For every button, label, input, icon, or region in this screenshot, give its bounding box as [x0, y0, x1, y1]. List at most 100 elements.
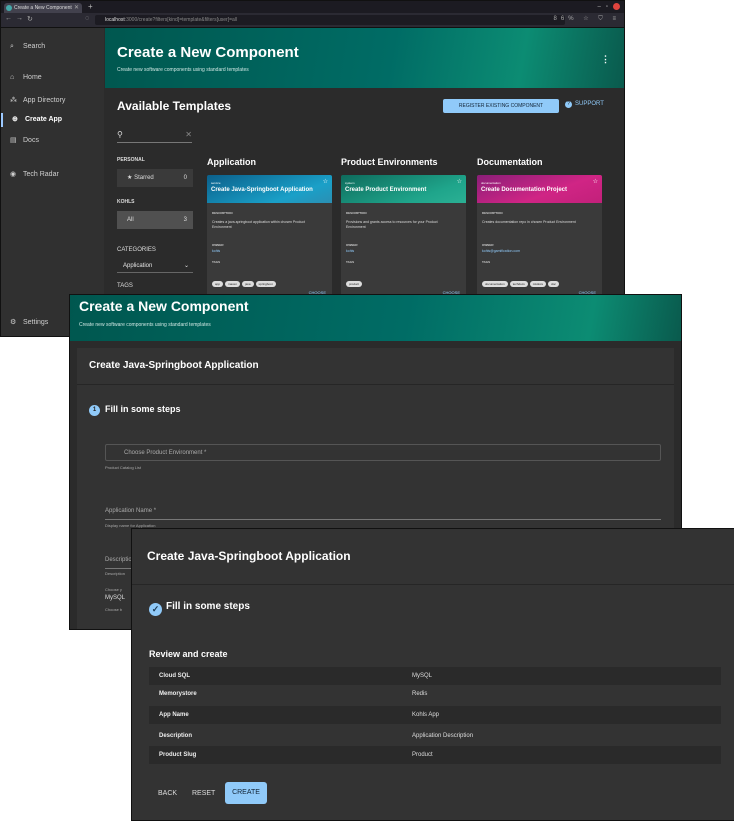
sidebar-item-label: Tech Radar	[23, 171, 59, 178]
sidebar-item-tech-radar[interactable]: ◉ Tech Radar	[1, 168, 104, 182]
bookmark-star-icon[interactable]: ☆	[583, 16, 592, 22]
description-label: DESCRIPTION	[212, 211, 233, 215]
card-owner[interactable]: kohls	[346, 249, 354, 253]
card-description: Creates a java-springboot application wi…	[212, 220, 305, 229]
sidebar-item-search[interactable]: ⌕ Search	[1, 40, 104, 54]
review-key: Description	[159, 733, 193, 739]
sidebar-item-label: App Directory	[23, 97, 66, 104]
tag-chip: maven	[225, 281, 241, 287]
star-outline-icon[interactable]: ☆	[593, 178, 598, 185]
url-path: :3000/create?filters[kind]=template&filt…	[124, 17, 238, 23]
close-window-icon[interactable]	[613, 3, 620, 10]
page-header: Create a New Component Create new softwa…	[70, 295, 681, 341]
radar-icon: ◉	[10, 171, 17, 178]
tag-chip: techdocs	[509, 281, 528, 287]
zoom-badge[interactable]: 86%	[554, 16, 578, 22]
card-type: system	[345, 181, 355, 185]
step-label[interactable]: Fill in some steps	[105, 404, 181, 414]
description-helper: Description	[105, 571, 126, 576]
back-button[interactable]: BACK	[158, 784, 177, 804]
page-header: Create a New Component Create new softwa…	[105, 28, 624, 88]
sidebar-item-app-directory[interactable]: ⁂ App Directory	[1, 94, 104, 108]
card-title: Create Java-Springboot Application	[211, 187, 313, 193]
review-value: Product	[412, 752, 433, 758]
create-button[interactable]: CREATE	[225, 782, 267, 804]
review-row: Cloud SQL MySQL	[149, 667, 721, 685]
category-value: Application	[123, 263, 153, 269]
browser-tab[interactable]: Create a New Component ✕	[4, 3, 82, 13]
card-owner[interactable]: kohls	[212, 249, 220, 253]
new-tab-icon[interactable]: +	[88, 1, 93, 13]
tags-label: TAGS	[346, 260, 355, 264]
review-row: Memorystore Redis	[149, 685, 721, 703]
support-label: SUPPORT	[575, 101, 604, 107]
page-title: Create a New Component	[79, 298, 249, 314]
support-button[interactable]: ? SUPPORT	[565, 101, 604, 108]
choose-helper: Choose y	[105, 587, 122, 592]
column-heading-product-environments: Product Environments	[341, 157, 438, 167]
review-value: Kohls App	[412, 712, 440, 718]
review-heading: Review and create	[149, 649, 228, 659]
docs-icon: ▤	[10, 137, 17, 144]
add-circle-icon: ⊕	[12, 116, 18, 123]
star-outline-icon[interactable]: ☆	[323, 178, 328, 185]
star-outline-icon[interactable]: ☆	[457, 178, 462, 185]
application-name-field[interactable]: Application Name *	[105, 503, 661, 520]
review-value: Application Description	[412, 733, 474, 739]
review-key: Cloud SQL	[159, 673, 190, 679]
extensions-icon[interactable]: ⛉	[598, 16, 607, 22]
category-select[interactable]: Application ⌄	[117, 259, 193, 273]
tag-chip: java	[242, 281, 254, 287]
form-title: Create Java-Springboot Application	[89, 360, 259, 371]
card-type: service	[211, 181, 221, 185]
tab-bar: Create a New Component ✕ + –▫	[1, 1, 624, 13]
sidebar: ⌕ Search ⌂ Home ⁂ App Directory ⊕ Create App…	[1, 28, 104, 336]
reload-icon[interactable]: ↻	[27, 15, 33, 23]
maximize-icon[interactable]: ▫	[606, 4, 613, 10]
tab-title: Create a New Component	[14, 5, 72, 11]
org-label: KOHLS	[117, 199, 135, 205]
sidebar-item-home[interactable]: ⌂ Home	[1, 71, 104, 85]
search-icon: ⌕	[10, 43, 14, 50]
page-info-icon[interactable]: ◌	[85, 15, 89, 22]
owner-label: OWNER	[346, 243, 358, 247]
search-icon: ⚲	[117, 130, 123, 139]
more-options-icon[interactable]: ⋮	[601, 54, 610, 65]
personal-label: PERSONAL	[117, 157, 145, 163]
forward-icon[interactable]: →	[16, 15, 23, 22]
card-title: Create Product Environment	[345, 187, 427, 193]
card-owner[interactable]: kohls@gamification.com	[482, 249, 520, 253]
product-environment-helper: Product Catalog List	[105, 465, 142, 470]
step-label[interactable]: Fill in some steps	[166, 601, 250, 612]
register-existing-button[interactable]: REGISTER EXISTING COMPONENT	[443, 99, 559, 113]
sidebar-item-create-app[interactable]: ⊕ Create App	[1, 113, 104, 127]
menu-icon[interactable]: ≡	[612, 16, 620, 22]
address-field[interactable]: localhost:3000/create?filters[kind]=temp…	[95, 15, 565, 25]
review-key: App Name	[159, 712, 189, 718]
sidebar-item-label: Docs	[23, 137, 39, 144]
page-subtitle: Create new software components using sta…	[79, 322, 211, 328]
divider	[77, 384, 674, 385]
tag-chips: app maven java springboot	[212, 272, 278, 290]
reset-button[interactable]: RESET	[192, 784, 215, 804]
sidebar-item-label: Settings	[23, 319, 49, 326]
close-tab-icon[interactable]: ✕	[74, 3, 79, 13]
check-circle-icon: ✓	[149, 603, 162, 616]
tag-chips: product	[346, 272, 364, 290]
url-host: localhost	[105, 17, 125, 23]
tags-label: TAGS	[482, 260, 491, 264]
back-icon[interactable]: ←	[5, 15, 12, 22]
chevron-down-icon: ⌄	[183, 263, 189, 269]
filter-starred[interactable]: ★ Starred 0	[117, 169, 193, 187]
filter-all[interactable]: All 3	[117, 211, 193, 229]
page-subtitle: Create new software components using sta…	[117, 67, 249, 73]
product-environment-select[interactable]: Choose Product Environment *	[105, 444, 661, 461]
templates-heading: Available Templates	[117, 99, 232, 113]
clear-search-icon[interactable]: ✕	[185, 130, 192, 139]
sidebar-item-docs[interactable]: ▤ Docs	[1, 134, 104, 148]
database-select[interactable]: MySQL	[105, 595, 125, 601]
minimize-icon[interactable]: –	[598, 4, 606, 10]
url-bar: ← → ↻ ◌ localhost:3000/create?filters[ki…	[1, 13, 624, 28]
card-description: Creates documentation repo in chosen Pro…	[482, 220, 576, 224]
template-search-input[interactable]: ⚲ ✕	[117, 129, 192, 143]
